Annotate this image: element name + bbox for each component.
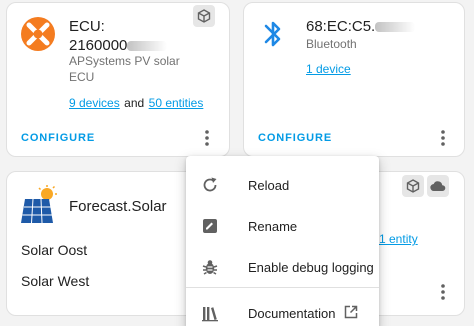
package-icon <box>197 9 211 23</box>
menu-item-rename[interactable]: Rename <box>186 206 379 246</box>
redacted-mask <box>127 41 168 52</box>
package-icon <box>406 179 420 193</box>
device-link[interactable]: 1 device <box>306 62 351 76</box>
menu-item-label: Rename <box>248 218 298 234</box>
config-entry-solar-oost[interactable]: Solar Oost <box>21 242 87 258</box>
forecast-solar-logo-icon <box>21 185 57 224</box>
rename-icon <box>200 216 220 236</box>
reload-icon <box>200 175 220 195</box>
menu-item-label: Documentation <box>248 305 336 321</box>
entity-link[interactable]: 1 entity <box>379 232 418 246</box>
device-name-line2: 2160000 <box>69 37 128 54</box>
overflow-menu-button[interactable] <box>435 128 451 148</box>
devices-link[interactable]: 9 devices <box>69 96 120 110</box>
integrations-page: ECU: 2160000 APSystems PV solar ECU 9 de… <box>0 0 474 326</box>
book-icon <box>200 303 220 323</box>
menu-item-reload[interactable]: Reload <box>186 165 379 205</box>
menu-item-documentation[interactable]: Documentation <box>186 293 379 326</box>
device-name: ECU: 2160000 <box>69 17 168 55</box>
integration-title: Forecast.Solar <box>69 198 167 215</box>
menu-item-enable-debug-logging[interactable]: Enable debug logging <box>186 247 379 287</box>
manufacturer-label: APSystems PV solar <box>69 54 180 68</box>
more-vertical-icon <box>441 130 445 146</box>
apsystems-logo-icon <box>21 17 55 51</box>
menu-item-label: Reload <box>248 177 290 193</box>
entities-link[interactable]: 50 entities <box>149 96 204 110</box>
overflow-menu: Reload Rename Enable debug logging Docum… <box>186 156 379 326</box>
more-vertical-icon <box>205 130 209 146</box>
cloud-badge <box>427 175 449 197</box>
and-text: and <box>124 96 145 110</box>
integration-subtitle: Bluetooth <box>306 37 357 51</box>
more-vertical-icon <box>441 284 445 300</box>
cloud-icon <box>430 181 446 192</box>
configure-button[interactable]: CONFIGURE <box>21 132 95 144</box>
overflow-menu-button[interactable] <box>199 128 215 148</box>
config-entry-solar-west[interactable]: Solar West <box>21 273 89 289</box>
links-row: 9 devices and 50 entities <box>69 94 203 112</box>
open-in-new-icon <box>344 305 358 324</box>
integration-card-apsystems: ECU: 2160000 APSystems PV solar ECU 9 de… <box>6 2 230 157</box>
menu-item-label: Enable debug logging <box>248 259 374 275</box>
package-badge <box>402 175 424 197</box>
configure-button[interactable]: CONFIGURE <box>258 132 332 144</box>
package-badge <box>193 5 215 27</box>
device-name-line1: ECU: <box>69 18 105 35</box>
bug-icon <box>200 257 220 277</box>
bluetooth-icon <box>264 21 281 47</box>
menu-divider <box>186 287 379 288</box>
overflow-menu-button[interactable] <box>435 282 451 302</box>
bluetooth-address: 68:EC:C5. <box>306 18 376 35</box>
integration-card-bluetooth: 68:EC:C5. Bluetooth 1 device CONFIGURE <box>243 2 465 157</box>
redacted-mask <box>375 21 416 32</box>
model-label: ECU <box>69 70 95 84</box>
